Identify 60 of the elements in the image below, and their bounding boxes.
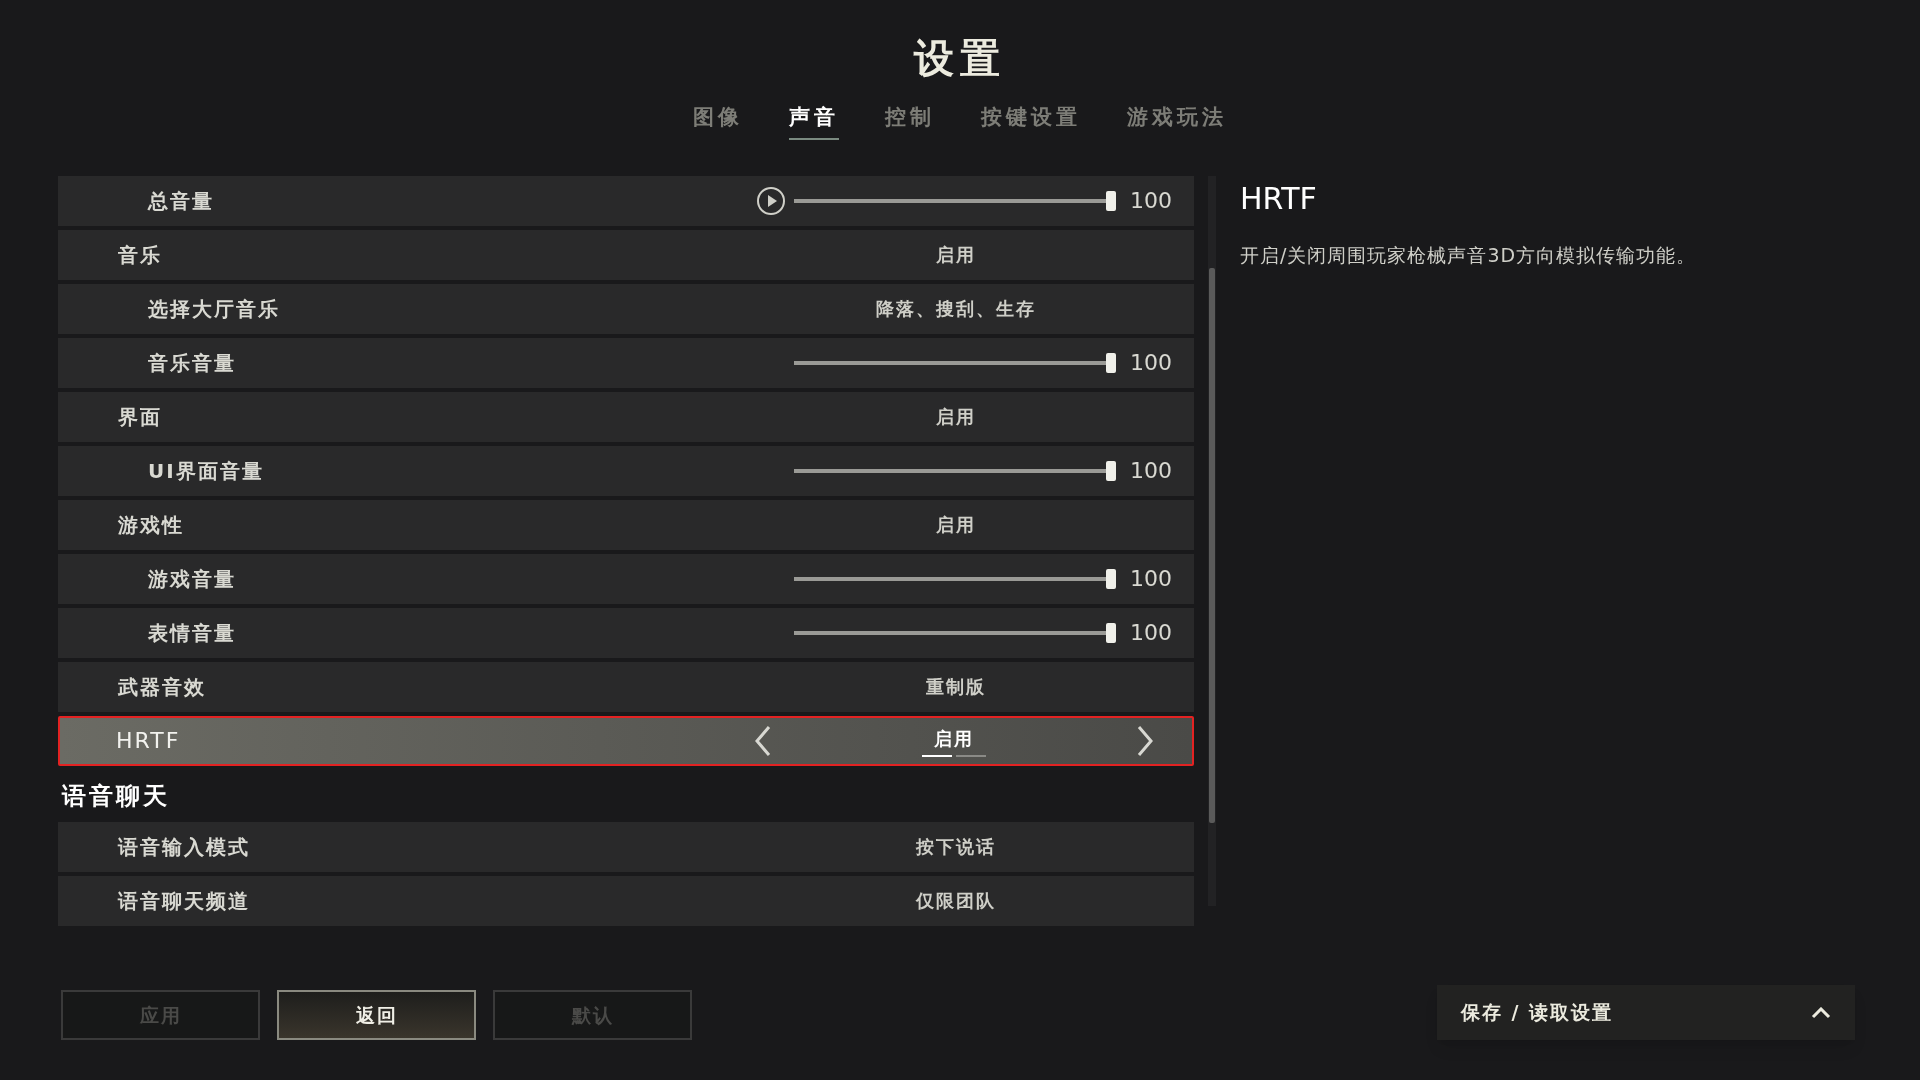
volume-slider[interactable] xyxy=(794,352,1116,373)
setting-row[interactable]: 表情音量 100 xyxy=(58,607,1194,658)
tab[interactable]: 游戏玩法 xyxy=(1127,102,1227,140)
setting-label: UI界面音量 xyxy=(147,457,265,485)
slider-value: 100 xyxy=(1130,457,1172,485)
slider-value: 100 xyxy=(1130,349,1172,377)
setting-label: 音乐音量 xyxy=(147,349,237,377)
setting-row[interactable]: 音乐音量 100 xyxy=(58,337,1194,388)
setting-row[interactable]: 游戏性 启用 xyxy=(58,499,1194,550)
section-title: 语音聊天 xyxy=(60,780,171,812)
play-icon[interactable] xyxy=(756,185,786,216)
action-button[interactable]: 返回 xyxy=(277,990,476,1040)
setting-row[interactable]: 界面 启用 xyxy=(58,391,1194,442)
option-value: 启用 xyxy=(936,405,976,429)
volume-slider[interactable] xyxy=(794,190,1116,211)
option-value: 启用 xyxy=(936,243,976,267)
setting-row[interactable]: 语音聊天频道 仅限团队 xyxy=(58,875,1194,926)
slider-value: 100 xyxy=(1130,565,1172,593)
setting-label: 游戏性 xyxy=(117,511,185,539)
setting-row[interactable]: UI界面音量 100 xyxy=(58,445,1194,496)
setting-label: 语音输入模式 xyxy=(116,833,251,861)
setting-label: 总音量 xyxy=(146,187,215,215)
chevron-right-icon[interactable] xyxy=(1136,724,1154,757)
tab[interactable]: 按键设置 xyxy=(981,102,1081,140)
slider-value: 100 xyxy=(1130,619,1172,647)
option-value: 按下说话 xyxy=(916,835,996,859)
setting-label: 选择大厅音乐 xyxy=(147,295,281,323)
volume-slider[interactable] xyxy=(794,622,1116,643)
setting-label: 表情音量 xyxy=(147,619,237,647)
setting-label: 游戏音量 xyxy=(147,565,237,593)
setting-row[interactable]: 游戏音量 100 xyxy=(58,553,1194,604)
setting-row[interactable]: 选择大厅音乐 降落、搜刮、生存 xyxy=(58,283,1194,334)
slider-value: 100 xyxy=(1130,187,1172,215)
option-value: 重制版 xyxy=(926,675,986,699)
chevron-left-icon[interactable] xyxy=(754,724,772,757)
tab[interactable]: 声音 xyxy=(789,102,839,140)
option-value: 启用 xyxy=(936,513,976,537)
tab[interactable]: 控制 xyxy=(885,102,935,140)
scrollbar-thumb[interactable] xyxy=(1209,267,1215,823)
tab[interactable]: 图像 xyxy=(693,102,743,140)
volume-slider[interactable] xyxy=(794,460,1116,481)
setting-label: 武器音效 xyxy=(117,673,207,701)
option-value: 降落、搜刮、生存 xyxy=(876,297,1036,321)
setting-label: 音乐 xyxy=(117,241,163,269)
setting-row[interactable]: 武器音效 重制版 xyxy=(58,661,1194,712)
setting-row[interactable]: HRTF 启用 xyxy=(58,715,1194,766)
page-title: 设置 xyxy=(914,34,1006,83)
setting-label: 语音聊天频道 xyxy=(116,887,251,915)
option-value: 仅限团队 xyxy=(916,889,996,913)
chevron-up-icon xyxy=(1811,1006,1831,1019)
setting-label: HRTF xyxy=(115,727,182,755)
detail-title: HRTF xyxy=(1240,179,1318,218)
setting-row[interactable]: 总音量 100 xyxy=(58,175,1194,226)
detail-description: 开启/关闭周围玩家枪械声音3D方向模拟传输功能。 xyxy=(1240,242,1698,268)
setting-label: 界面 xyxy=(117,403,163,431)
setting-row[interactable]: 语音输入模式 按下说话 xyxy=(58,821,1194,872)
option-value: 启用 xyxy=(934,726,974,751)
setting-row[interactable]: 音乐 启用 xyxy=(58,229,1194,280)
volume-slider[interactable] xyxy=(794,568,1116,589)
presets-dropdown[interactable]: 保存 / 读取设置 xyxy=(1437,985,1855,1040)
